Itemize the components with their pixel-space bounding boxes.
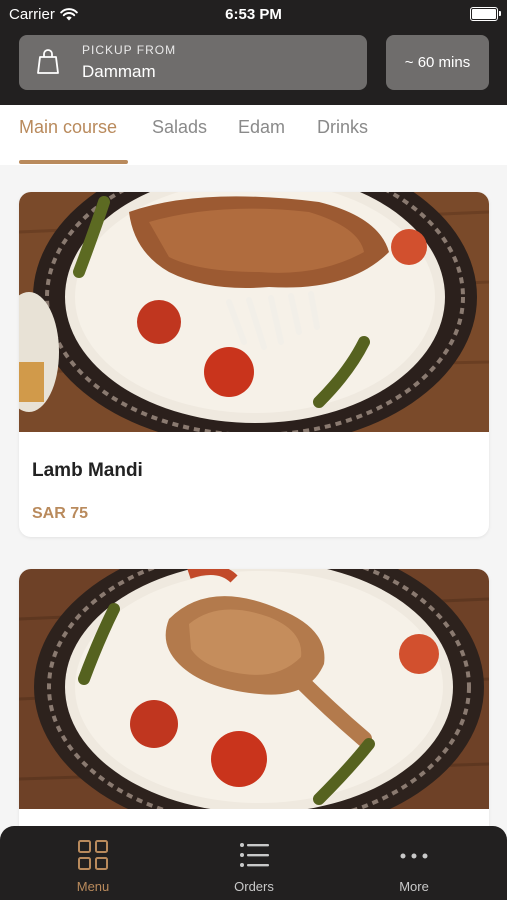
grid-icon — [78, 840, 108, 870]
tab-main-course[interactable]: Main course — [19, 117, 117, 138]
dish-card[interactable] — [19, 569, 489, 869]
pickup-label: PICKUP FROM — [82, 43, 177, 57]
status-time: 6:53 PM — [225, 6, 282, 23]
pickup-location-button[interactable]: PICKUP FROM Dammam — [19, 35, 367, 90]
battery-icon — [470, 7, 501, 21]
dish-price: SAR 75 — [32, 505, 89, 522]
nav-menu[interactable]: Menu — [33, 826, 153, 900]
dish-name: Lamb Mandi — [32, 460, 143, 481]
nav-menu-label: Menu — [76, 879, 110, 894]
dish-card[interactable]: Lamb Mandi SAR 75 — [19, 192, 489, 537]
shopping-bag-icon — [37, 49, 59, 74]
eta-button[interactable]: ~ 60 mins — [386, 35, 489, 90]
category-tabs: Main course Salads Edam Drinks — [0, 105, 507, 165]
bottom-navigation: Menu Orders More — [0, 826, 507, 900]
more-icon — [400, 853, 428, 859]
list-icon — [240, 843, 269, 867]
lamb-mandi-photo — [19, 192, 489, 432]
active-tab-indicator — [19, 160, 128, 164]
top-header: Carrier 6:53 PM PICKUP FROM Dammam ~ 60 … — [0, 0, 507, 105]
tab-edam[interactable]: Edam — [238, 117, 285, 138]
nav-more-label: More — [399, 879, 429, 894]
nav-orders-label: Orders — [234, 879, 274, 894]
status-bar: Carrier 6:53 PM — [0, 0, 507, 28]
tab-drinks[interactable]: Drinks — [317, 117, 368, 138]
tab-salads[interactable]: Salads — [152, 117, 207, 138]
nav-orders[interactable]: Orders — [194, 826, 314, 900]
pickup-city: Dammam — [82, 62, 156, 81]
nav-more[interactable]: More — [354, 826, 474, 900]
chicken-mandi-photo — [19, 569, 489, 809]
